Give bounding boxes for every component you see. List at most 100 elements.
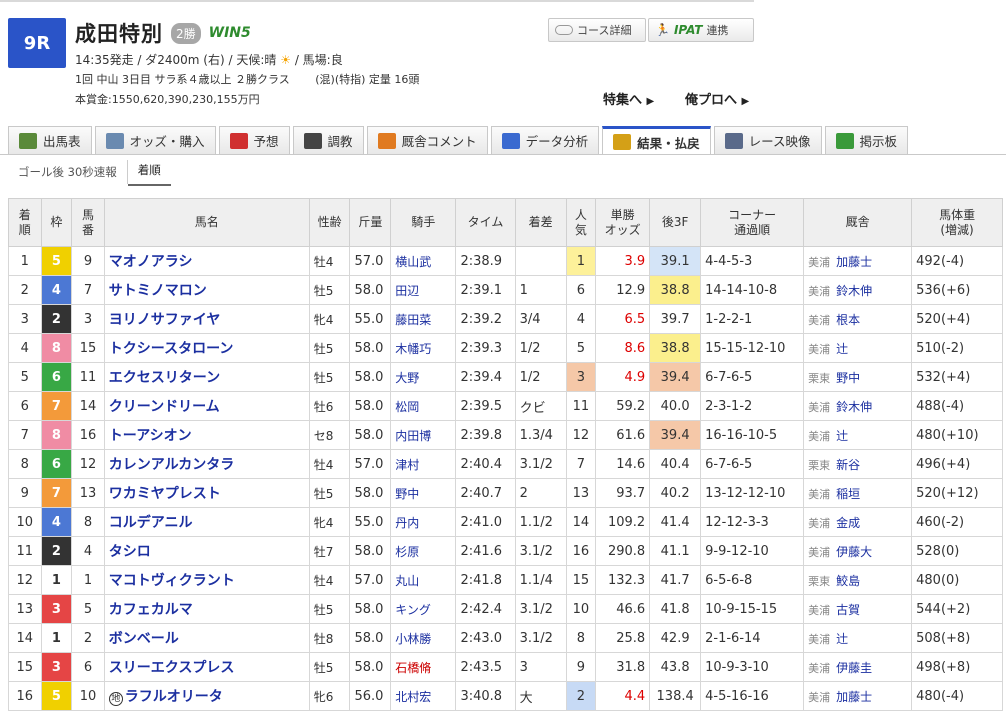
horse-name-link[interactable]: マコトヴィクラント <box>109 573 235 589</box>
stable-cell: 栗東 新谷 <box>803 449 913 479</box>
trainer-link[interactable]: 伊藤大 <box>836 545 872 559</box>
trainer-link[interactable]: 新谷 <box>836 458 860 472</box>
jockey-link[interactable]: 丹内 <box>395 516 419 530</box>
trainer-link[interactable]: 野中 <box>836 371 860 385</box>
jockey-cell: 大野 <box>390 362 457 392</box>
tab-stable[interactable]: 厩舎コメント <box>366 126 488 154</box>
tab-video[interactable]: レース映像 <box>713 126 822 154</box>
tab-stopwatch[interactable]: 調教 <box>292 126 364 154</box>
tab-odds[interactable]: オッズ・購入 <box>94 126 216 154</box>
horse-name-link[interactable]: エクセスリターン <box>109 370 220 386</box>
subtab-quick-result[interactable]: ゴール後 30秒速報 <box>8 160 128 184</box>
popularity: 2 <box>565 681 597 711</box>
column-header: タイム <box>455 198 516 247</box>
affiliation: 栗東 <box>808 371 831 385</box>
tab-coins[interactable]: 結果・払戻 <box>602 126 711 155</box>
horse-name-link[interactable]: コルデアニル <box>109 515 193 531</box>
horse-number: 16 <box>71 420 105 450</box>
margin: 3/4 <box>514 304 567 334</box>
jockey-link[interactable]: 藤田菜 <box>395 313 431 327</box>
win5-logo[interactable]: WIN5 <box>209 25 251 41</box>
last-3f: 39.1 <box>649 246 702 276</box>
trainer-link[interactable]: 鮫島 <box>836 574 860 588</box>
jockey-link[interactable]: 田辺 <box>395 284 419 298</box>
popularity: 4 <box>565 304 597 334</box>
horse-weight: 480(+10) <box>911 420 1003 450</box>
tab-target[interactable]: 予想 <box>218 126 290 154</box>
sex-age: 牡4 <box>308 449 351 479</box>
table-row: 5 6 11 エクセスリターン 牡5 58.0 大野 2:39.4 1/2 3 4.9 39.4 6-7… <box>8 362 1003 392</box>
column-header: コーナー 通過順 <box>700 198 805 247</box>
last-3f: 40.2 <box>649 478 702 508</box>
table-row: 1 5 9 マオノアラシ 牡4 57.0 横山武 2:38.9 1 3.9 39.1 4-4-5-3 美… <box>8 246 1003 276</box>
trainer-link[interactable]: 辻 <box>836 429 848 443</box>
trainer-link[interactable]: 伊藤圭 <box>836 661 872 675</box>
trainer-link[interactable]: 古賀 <box>836 603 860 617</box>
bracket-number: 5 <box>40 681 73 711</box>
runner-icon: 🏃 <box>655 23 670 37</box>
jockey-link[interactable]: 杉原 <box>395 545 419 559</box>
popularity: 13 <box>565 478 597 508</box>
horse-name-link[interactable]: マオノアラシ <box>109 254 193 270</box>
jockey-link[interactable]: 北村宏 <box>395 690 431 704</box>
orepro-link[interactable]: 俺プロへ ▶ <box>685 89 749 108</box>
horse-name-link[interactable]: スリーエクスプレス <box>109 660 235 676</box>
sex-age: 牡5 <box>308 275 351 305</box>
affiliation: 美浦 <box>808 632 831 646</box>
horse-name-link[interactable]: クリーンドリーム <box>109 399 220 415</box>
tokushu-link[interactable]: 特集へ ▶ <box>603 89 654 108</box>
corner-positions: 12-12-3-3 <box>700 507 805 537</box>
jockey-link[interactable]: 松岡 <box>395 400 419 414</box>
tab-bar-chart[interactable]: データ分析 <box>490 126 600 154</box>
table-row: 9 7 13 ワカミヤプレスト 牡5 58.0 野中 2:40.7 2 13 93.7 40.2 13-… <box>8 478 1003 508</box>
race-prize: 本賞金:1550,620,390,230,155万円 <box>75 93 260 106</box>
subtab-finish-order[interactable]: 着順 <box>127 158 171 186</box>
jockey-link[interactable]: 横山武 <box>395 255 431 269</box>
jockey-link[interactable]: 木幡巧 <box>395 342 431 356</box>
trainer-link[interactable]: 辻 <box>836 632 848 646</box>
finish-rank: 12 <box>8 565 42 595</box>
jockey-link[interactable]: 大野 <box>395 371 419 385</box>
trainer-link[interactable]: 金成 <box>836 516 860 530</box>
trainer-link[interactable]: 鈴木伸 <box>836 400 872 414</box>
horse-name-link[interactable]: タシロ <box>109 544 151 560</box>
corner-positions: 4-5-16-16 <box>700 681 805 711</box>
stable-cell: 美浦 根本 <box>803 304 913 334</box>
jockey-link[interactable]: 丸山 <box>395 574 419 588</box>
horse-name-link[interactable]: カフェカルマ <box>109 602 193 618</box>
column-header: 人 気 <box>565 198 597 247</box>
stable-cell: 美浦辻 <box>803 623 913 653</box>
horse-name-link[interactable]: トーアシオン <box>109 428 192 444</box>
trainer-link[interactable]: 根本 <box>836 313 860 327</box>
tab-chat[interactable]: 掲示板 <box>824 126 909 154</box>
trainer-link[interactable]: 加藤士 <box>836 255 872 269</box>
trainer-link[interactable]: 鈴木伸 <box>836 284 872 298</box>
jockey-link[interactable]: 小林勝 <box>395 632 431 646</box>
horse-name-link[interactable]: トクシースタローン <box>109 341 234 357</box>
trainer-link[interactable]: 辻 <box>836 342 848 356</box>
horse-name-link[interactable]: サトミノマロン <box>109 283 207 299</box>
horse-name-link[interactable]: ヨリノサファイヤ <box>109 312 221 328</box>
corner-positions: 9-9-12-10 <box>700 536 805 566</box>
corner-positions: 15-15-12-10 <box>700 333 805 363</box>
weight-carried: 57.0 <box>349 449 392 479</box>
win-odds: 4.9 <box>595 362 651 392</box>
tab-table[interactable]: 出馬表 <box>8 126 92 154</box>
jockey-link[interactable]: 石橋脩 <box>395 661 431 675</box>
horse-name-cell: エクセスリターン <box>103 362 310 392</box>
result-subtabs: ゴール後 30秒速報 着順 <box>8 158 171 186</box>
course-detail-button[interactable]: コース詳細 <box>548 18 646 42</box>
horse-name-link[interactable]: ラフルオリータ <box>125 689 223 705</box>
affiliation: 美浦 <box>808 516 831 530</box>
jockey-link[interactable]: キング <box>395 603 431 617</box>
bracket-number: 7 <box>40 478 73 508</box>
trainer-link[interactable]: 稲垣 <box>836 487 860 501</box>
trainer-link[interactable]: 加藤士 <box>836 690 872 704</box>
horse-name-link[interactable]: ボンベール <box>109 631 179 647</box>
ipat-link-button[interactable]: 🏃 IPAT 連携 <box>648 18 754 42</box>
jockey-link[interactable]: 津村 <box>395 458 419 472</box>
jockey-link[interactable]: 内田博 <box>395 429 431 443</box>
jockey-link[interactable]: 野中 <box>395 487 419 501</box>
horse-name-link[interactable]: カレンアルカンタラ <box>109 457 234 473</box>
horse-name-link[interactable]: ワカミヤプレスト <box>109 486 221 502</box>
